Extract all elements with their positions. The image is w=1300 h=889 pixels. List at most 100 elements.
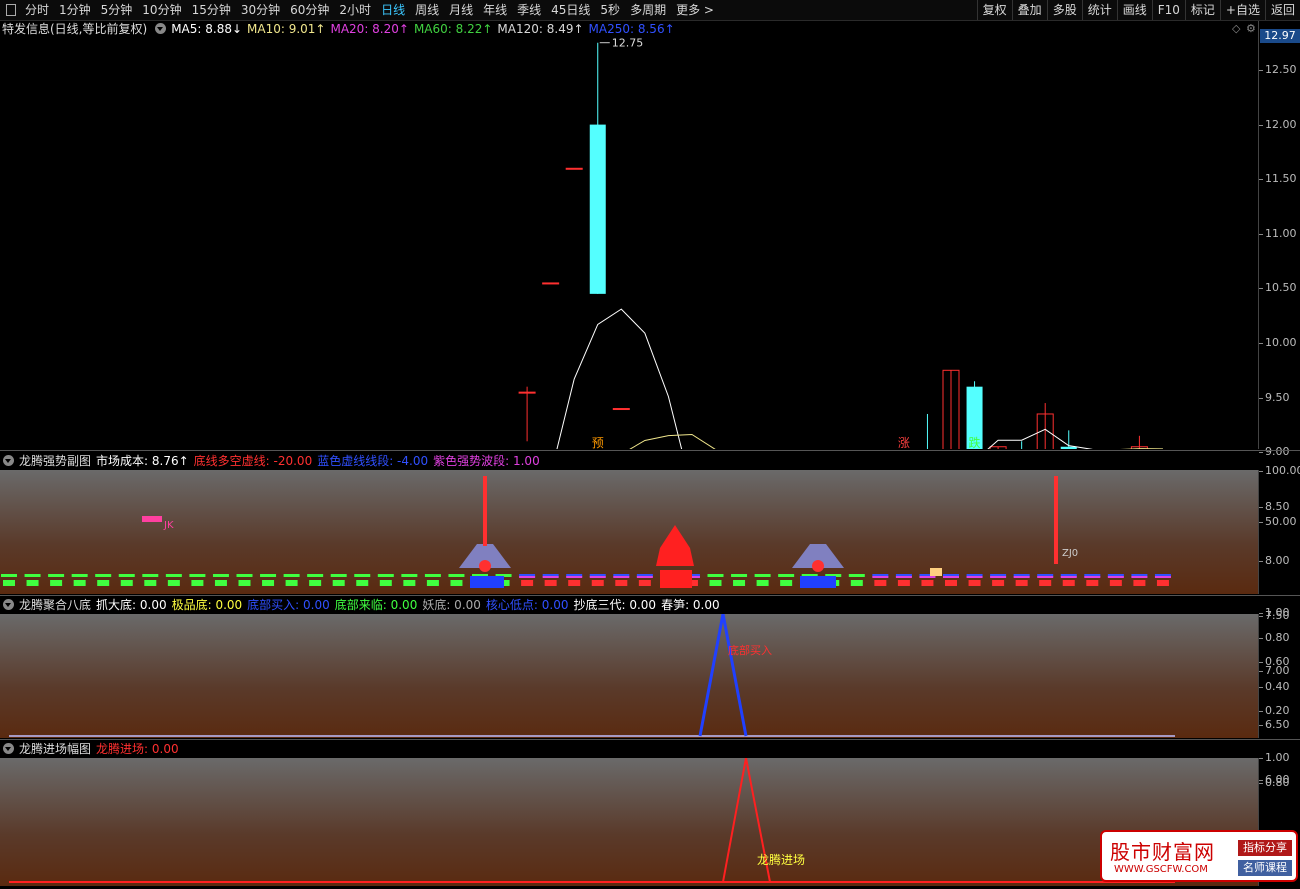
toolbar-button[interactable]: F10 <box>1151 0 1185 20</box>
gear-icon[interactable]: ⚙ <box>1246 22 1256 35</box>
diamond-icon[interactable]: ◇ <box>1232 22 1240 35</box>
sub1-axis: 100.00 50.00 <box>1258 464 1300 594</box>
collapse-icon[interactable] <box>3 599 14 610</box>
period-tab[interactable]: 分时 <box>20 0 54 20</box>
sub1-name: 龙腾强势副图 <box>19 454 92 468</box>
dash-mid <box>1037 576 1054 578</box>
period-tab[interactable]: 15分钟 <box>187 0 236 20</box>
dash-mid <box>589 576 606 578</box>
period-tab[interactable]: 年线 <box>478 0 512 20</box>
collapse-icon[interactable] <box>155 23 167 34</box>
dash-top <box>377 574 394 577</box>
spike-bar <box>1054 476 1058 564</box>
logo-tag-course[interactable]: 名师课程 <box>1238 860 1292 876</box>
period-tab[interactable]: 2小时 <box>334 0 376 20</box>
kline-svg: 12.755.89预涨跌 <box>1 37 1176 799</box>
sub2-name: 龙腾聚合八底 <box>19 598 92 612</box>
period-tab[interactable]: 季线 <box>512 0 546 20</box>
dash-bottom <box>733 580 746 586</box>
axis-tick-label: 0.20 <box>1259 704 1290 717</box>
dash-bottom <box>638 580 651 586</box>
dash-mid <box>895 576 912 578</box>
axis-tick-label: 9.50 <box>1259 390 1290 404</box>
dash-top <box>24 574 41 577</box>
logo-tag-share[interactable]: 指标分享 <box>1238 840 1292 856</box>
sub3-name: 龙腾进场幅图 <box>19 742 92 756</box>
period-tab[interactable]: 日线 <box>376 0 410 20</box>
axis-tick-label: 12.00 <box>1259 117 1297 131</box>
axis-tick-label: 0.80 <box>1259 630 1290 644</box>
period-tab[interactable]: 45日线 <box>546 0 595 20</box>
dash-mid <box>1154 576 1171 578</box>
period-tab[interactable]: 30分钟 <box>236 0 285 20</box>
dash-bottom <box>144 580 157 586</box>
signal-marker: 涨 <box>898 435 910 449</box>
period-tab[interactable]: 10分钟 <box>137 0 186 20</box>
indicator-label: MA5: 8.88↓ <box>171 22 243 36</box>
dash-top <box>448 574 465 577</box>
axis-tick-label: 0.80 <box>1259 776 1290 789</box>
window-icon[interactable] <box>6 4 16 16</box>
high-price-label: 12.75 <box>612 37 644 50</box>
toolbar-button[interactable]: 画线 <box>1116 0 1152 20</box>
collapse-icon[interactable] <box>3 455 14 466</box>
dash-bottom <box>379 580 392 586</box>
toolbar-button[interactable]: 标记 <box>1184 0 1220 20</box>
dash-top <box>165 574 182 577</box>
dash-top <box>731 574 748 577</box>
toolbar-button[interactable]: +自选 <box>1219 0 1265 20</box>
dash-bottom <box>3 580 15 586</box>
dash-top <box>778 574 795 577</box>
dash-bottom <box>73 580 86 586</box>
dash-bottom <box>191 580 204 586</box>
dash-bottom <box>26 580 39 586</box>
period-tab[interactable]: 月线 <box>444 0 478 20</box>
axis-tick-label: 11.50 <box>1259 172 1297 186</box>
blue-block <box>470 576 504 588</box>
toolbar-button[interactable]: 统计 <box>1081 0 1117 20</box>
axis-tick-label: 10.00 <box>1259 336 1297 349</box>
main-kline-chart[interactable]: 12.755.89预涨跌 <box>0 37 1258 799</box>
dash-mid <box>542 576 559 578</box>
signal-marker: 预 <box>592 436 604 449</box>
toolbar-button[interactable]: 返回 <box>1264 0 1300 20</box>
dash-bottom <box>709 580 722 586</box>
dash-mid <box>966 576 983 578</box>
logo-url: WWW.GSCFW.COM <box>1114 864 1208 875</box>
sub2-chart[interactable]: 底部买入 <box>0 613 1258 738</box>
signal-marker: 跌 <box>969 435 981 449</box>
sub3-chart[interactable]: 龙腾进场 <box>0 757 1258 886</box>
dash-bottom <box>309 580 322 586</box>
dash-bottom <box>332 580 345 586</box>
axis-tick-label: 0.40 <box>1259 679 1290 693</box>
toolbar-button[interactable]: 复权 <box>976 0 1012 20</box>
period-tab[interactable]: 更多 > <box>671 0 719 20</box>
dash-bottom <box>992 580 1005 586</box>
period-tabs: 分时 1分钟 5分钟 10分钟 15分钟 30分钟 60分钟 2小时 日线 周线 月线 年线 季线 45日… <box>20 0 719 20</box>
period-tab[interactable]: 5分钟 <box>96 0 138 20</box>
toolbar-button[interactable]: 多股 <box>1046 0 1082 20</box>
dash-bottom <box>285 580 298 586</box>
sub2-info-bar: 龙腾聚合八底 抓大底: 0.00 极品底: 0.00 底部买入: 0.00 底部来临: … <box>0 597 1258 613</box>
dash-top <box>142 574 159 577</box>
period-tab[interactable]: 5秒 <box>595 0 625 20</box>
bottom-buy-signal <box>698 613 748 737</box>
dash-mid <box>636 576 653 578</box>
candle-body <box>1060 446 1077 453</box>
axis-tick-label: 1.00 <box>1259 606 1290 619</box>
dash-bottom <box>615 580 628 586</box>
stock-title: 特发信息(日线,等比前复权) <box>2 22 148 36</box>
toolbar-button[interactable]: 叠加 <box>1011 0 1047 20</box>
period-tab[interactable]: 多周期 <box>625 0 671 20</box>
period-tab[interactable]: 60分钟 <box>285 0 334 20</box>
collapse-icon[interactable] <box>3 743 14 754</box>
jk-marker <box>142 516 162 522</box>
indicator-label: 核心低点: 0.00 <box>485 598 569 612</box>
sub1-info-bar: 龙腾强势副图 市场成本: 8.76↑ 底线多空虚线: -20.00 蓝色虚线线段: -… <box>0 453 1258 469</box>
sub1-chart[interactable]: JK ZJ0 <box>0 470 1258 594</box>
dash-bottom <box>591 580 604 586</box>
dash-top <box>1 574 17 577</box>
axis-tick-label: 10.50 <box>1259 281 1297 295</box>
period-tab[interactable]: 周线 <box>410 0 444 20</box>
period-tab[interactable]: 1分钟 <box>54 0 96 20</box>
